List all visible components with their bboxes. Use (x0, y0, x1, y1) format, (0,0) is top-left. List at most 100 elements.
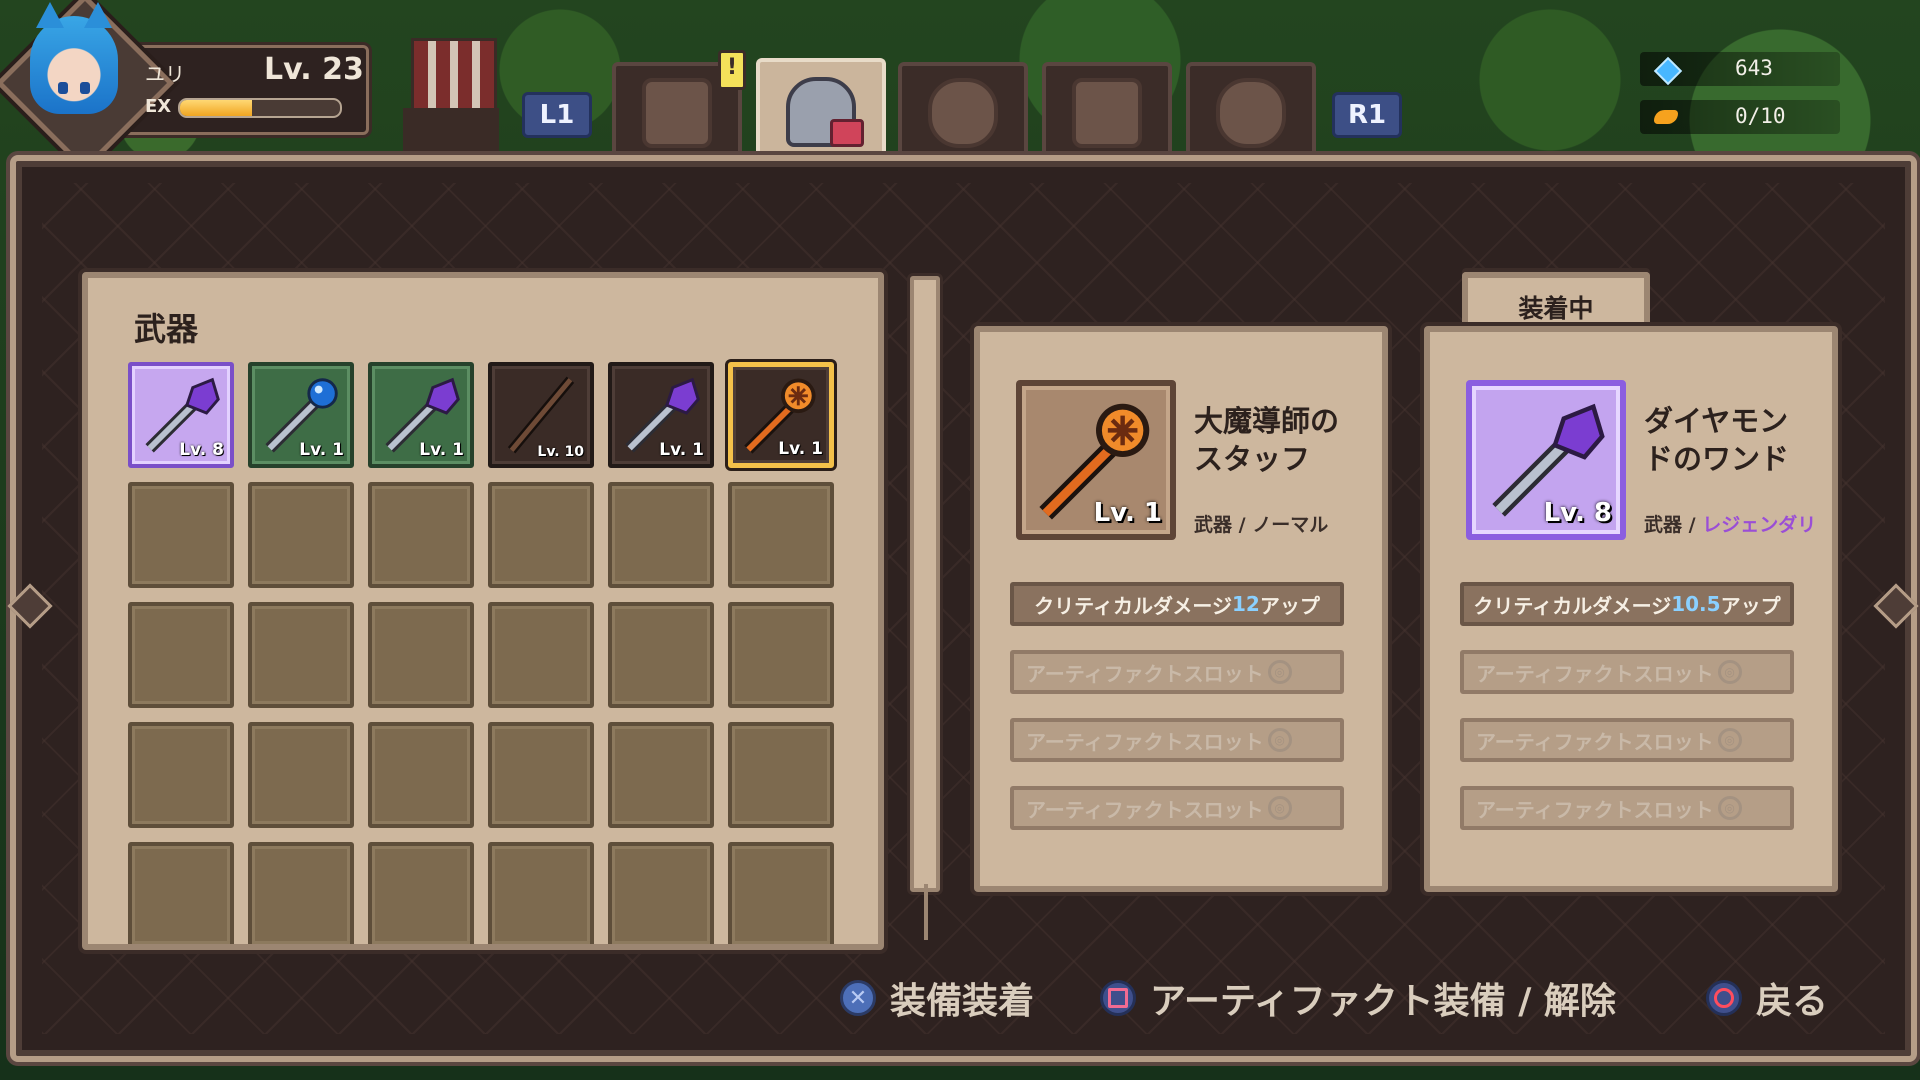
artifact-slot-label: アーティファクトスロット (1026, 797, 1264, 822)
equipped-item-meta: 武器 / レジェンダリ (1644, 514, 1817, 536)
back-hint[interactable]: 戻る (1706, 972, 1828, 1024)
cat-face-icon (642, 78, 712, 148)
artifact-slot-label: アーティファクトスロット (1476, 797, 1714, 822)
artifact-slot-label: アーティファクトスロット (1476, 729, 1714, 754)
equipped-item-card: Lv. 8 ダイヤモンドのワンド 武器 / レジェンダリ クリティカルダメージ 1… (1424, 326, 1838, 892)
item-level: Lv. 8 (179, 440, 224, 460)
tab-cooking[interactable] (1186, 62, 1316, 160)
inventory-slot-empty[interactable] (608, 842, 714, 944)
stat-suffix: アップ (1720, 593, 1781, 618)
inventory-slot-empty[interactable] (248, 722, 354, 828)
inventory-slot-empty[interactable] (128, 842, 234, 944)
inventory-slot-empty[interactable] (728, 722, 834, 828)
stat-suffix: アップ (1259, 593, 1320, 618)
knight-helmet-icon (786, 77, 864, 147)
item-level: Lv. 1 (419, 440, 464, 460)
artifact-slot-label: アーティファクトスロット (1026, 729, 1264, 754)
inventory-slot-empty[interactable] (368, 842, 474, 944)
l1-button-hint[interactable]: L1 (522, 92, 592, 138)
inventory-slot-empty[interactable] (608, 722, 714, 828)
artifact-slot[interactable]: アーティファクトスロット ◎ (1460, 718, 1794, 762)
avatar-eye (80, 82, 90, 94)
artifact-slot[interactable]: アーティファクトスロット ◎ (1010, 650, 1344, 694)
item-level: Lv. 1 (778, 439, 823, 459)
inventory-title: 武器 (134, 310, 199, 348)
equip-hint-label: 装備装着 (890, 981, 1035, 1022)
inventory-slot-empty[interactable] (248, 842, 354, 944)
inventory-slot-empty[interactable] (488, 482, 594, 588)
cross-button-icon: ✕ (840, 980, 876, 1016)
inventory-slot-empty[interactable] (608, 482, 714, 588)
item-level: Lv. 1 (299, 440, 344, 460)
stall-counter (403, 108, 499, 153)
inventory-slot-item[interactable]: Lv. 8 (128, 362, 234, 468)
tab-equipment[interactable] (756, 58, 886, 162)
item-level: Lv. 1 (659, 440, 704, 460)
back-hint-label: 戻る (1756, 981, 1829, 1022)
inventory-slot-empty[interactable] (608, 602, 714, 708)
cat-ear-icon (84, 2, 112, 28)
selected-item-card: Lv. 1 大魔導師のスタッフ 武器 / ノーマル クリティカルダメージ 12 アッ… (974, 326, 1388, 892)
artifact-slot-label: アーティファクトスロット (1476, 661, 1714, 686)
cat-ear-icon (36, 2, 64, 28)
artifact-hint[interactable]: アーティファクト装備 / 解除 (1100, 972, 1616, 1024)
inventory-slot-item[interactable]: Lv. 1 (248, 362, 354, 468)
item-rarity: レジェンダリ (1702, 514, 1817, 536)
equip-hint[interactable]: ✕ 装備装着 (840, 972, 1034, 1024)
ex-label: EX (145, 96, 172, 117)
player-avatar (30, 2, 118, 114)
inventory-scrollbar[interactable] (910, 276, 940, 892)
inventory-slot-empty[interactable] (248, 482, 354, 588)
inventory-slot-item-selected[interactable]: Lv. 1 (728, 362, 834, 468)
r1-button-hint[interactable]: R1 (1332, 92, 1402, 138)
lock-icon: ◎ (1717, 660, 1742, 684)
scrollbar-track-line (924, 884, 928, 940)
inventory-slot-empty[interactable] (728, 602, 834, 708)
equipped-item-name: ダイヤモンドのワンド (1644, 404, 1790, 476)
stat-label: クリティカルダメージ (1034, 593, 1232, 618)
lock-icon: ◎ (1267, 660, 1292, 684)
item-stat-row: クリティカルダメージ 12 アップ (1010, 582, 1344, 626)
gem-counter: 643 (1640, 52, 1840, 86)
inventory-slot-empty[interactable] (488, 842, 594, 944)
ex-progress-fill (180, 100, 252, 116)
inventory-slot-empty[interactable] (128, 722, 234, 828)
equipped-item-icon-frame: Lv. 8 (1466, 380, 1626, 540)
lock-icon: ◎ (1267, 796, 1292, 820)
inventory-slot-empty[interactable] (128, 482, 234, 588)
inventory-slot-item[interactable]: Lv. 1 (368, 362, 474, 468)
artifact-slot[interactable]: アーティファクトスロット ◎ (1460, 786, 1794, 830)
inventory-slot-item[interactable]: Lv. 1 (608, 362, 714, 468)
gem-count: 643 (1735, 56, 1773, 80)
item-level: Lv. 10 (537, 444, 584, 460)
inventory-slot-empty[interactable] (128, 602, 234, 708)
inventory-slot-empty[interactable] (248, 602, 354, 708)
inventory-slot-empty[interactable] (728, 842, 834, 944)
inventory-slot-item[interactable]: Lv. 10 (488, 362, 594, 468)
scroll-icon (1072, 78, 1142, 148)
tab-materials[interactable] (898, 62, 1028, 160)
item-rarity: ノーマル (1252, 514, 1329, 536)
inventory-slot-empty[interactable] (368, 722, 474, 828)
selected-item-icon-frame: Lv. 1 (1016, 380, 1176, 540)
inventory-slot-empty[interactable] (368, 482, 474, 588)
inventory-slot-empty[interactable] (488, 602, 594, 708)
weapon-inventory-panel: 武器 Lv. 8 Lv. 1 Lv. 1 Lv. 10 Lv. 1 Lv. 1 (82, 272, 884, 950)
inventory-slot-empty[interactable] (728, 482, 834, 588)
artifact-slot[interactable]: アーティファクトスロット ◎ (1010, 718, 1344, 762)
fish-count: 0/10 (1735, 104, 1786, 128)
new-alert-icon: ! (718, 50, 746, 90)
square-button-icon (1100, 980, 1136, 1016)
pot-icon (1216, 78, 1286, 148)
equipped-item-level: Lv. 8 (1543, 498, 1612, 528)
wood-log-icon (928, 78, 998, 148)
artifact-slot[interactable]: アーティファクトスロット ◎ (1010, 786, 1344, 830)
tab-scrolls[interactable] (1042, 62, 1172, 160)
inventory-grid: Lv. 8 Lv. 1 Lv. 1 Lv. 10 Lv. 1 Lv. 1 (128, 362, 834, 944)
artifact-slot[interactable]: アーティファクトスロット ◎ (1460, 650, 1794, 694)
inventory-slot-empty[interactable] (488, 722, 594, 828)
fish-counter: 0/10 (1640, 100, 1840, 134)
diamond-icon (1653, 56, 1683, 86)
market-stall-sprite (383, 38, 513, 156)
inventory-slot-empty[interactable] (368, 602, 474, 708)
